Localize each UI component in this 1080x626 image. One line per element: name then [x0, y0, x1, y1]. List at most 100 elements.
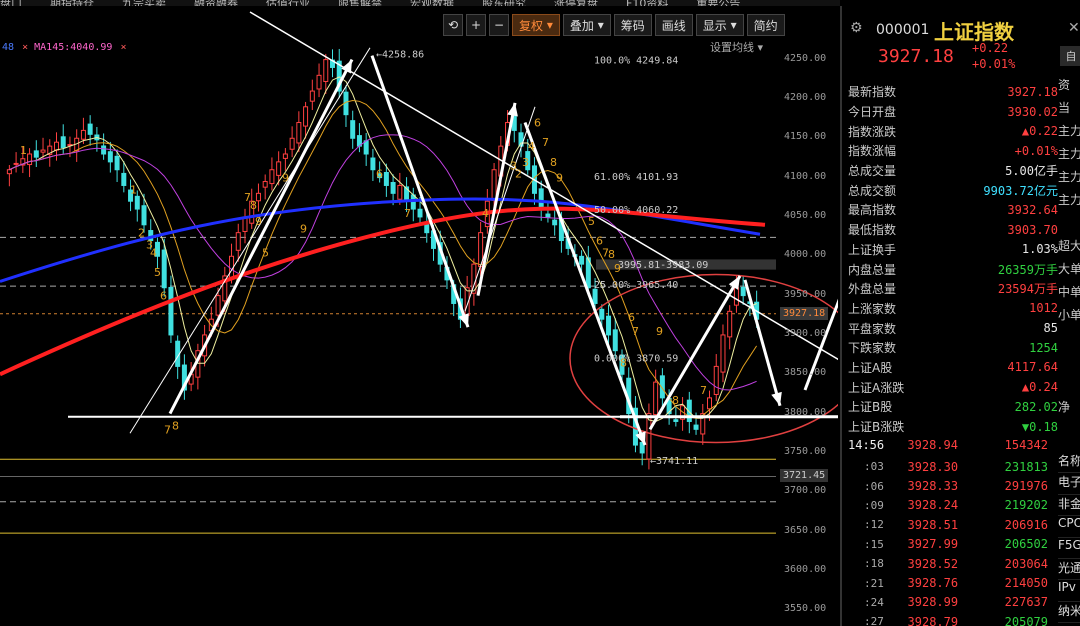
tick-row: :21 3928.76 214050 [848, 573, 1048, 592]
zoom-out-button[interactable]: − [489, 14, 509, 36]
fq-button[interactable]: 复权 ▾ [512, 14, 560, 36]
close-icon[interactable]: × [120, 42, 126, 53]
tick-price: 3928.99 [907, 595, 959, 610]
tick-price: 3928.51 [907, 517, 959, 532]
stat-value: 4117.64 [1007, 360, 1058, 374]
tick-price: 3928.76 [907, 576, 959, 591]
fq-label: 复权 [519, 18, 544, 33]
price-change: +0.22 +0.01% [972, 40, 1015, 72]
display-button[interactable]: 显示 ▾ [695, 14, 744, 36]
thin-trendline [129, 47, 371, 434]
stat-row: 指数涨跌 ▲0.22 [848, 121, 1058, 141]
fund-flow-label: 中单 [1058, 285, 1080, 299]
tick-price: 3928.52 [907, 556, 959, 571]
stat-number: 4117.64 [1007, 360, 1058, 375]
sector-list-item[interactable]: 非金 [1058, 495, 1080, 517]
stat-number: +0.01% [1014, 143, 1058, 158]
candle [309, 90, 315, 102]
tick-time: :09 [864, 498, 884, 512]
candle [168, 286, 174, 336]
sector-list-item[interactable]: 电子 [1058, 473, 1080, 495]
tick-price: 3928.30 [907, 459, 959, 474]
sector-list-item[interactable]: IPv [1058, 580, 1080, 602]
side-tab-button[interactable]: 自 [1060, 46, 1080, 66]
candle [370, 157, 376, 171]
low-price-tag: 3721.45 [780, 468, 829, 482]
candle [141, 205, 147, 226]
td-count-label: 6 [628, 311, 635, 324]
candle [6, 169, 12, 175]
candle [316, 74, 322, 90]
chips-button[interactable]: 筹码 [613, 14, 652, 36]
sector-list-item[interactable]: F5G [1058, 538, 1080, 559]
candle [269, 169, 275, 185]
y-tick-label: 4150.00 [784, 131, 827, 143]
candle [262, 181, 268, 188]
stat-row: 总成交额 9903.72亿元 [848, 180, 1058, 200]
td-count-label: 7 [404, 207, 411, 220]
tick-list[interactable]: :03 3928.30 231813:06 3928.33 291976:09 3928.… [848, 457, 1048, 626]
zoom-in-button[interactable]: + [466, 14, 486, 36]
td-count-label: 3 [522, 156, 529, 169]
wave-arrow [743, 279, 782, 407]
candle [282, 153, 288, 159]
sector-list-item[interactable]: 名称 [1058, 452, 1080, 474]
fib-0-label: 0.000% 3870.59 [594, 354, 678, 365]
stat-label: 总成交额 [848, 183, 897, 198]
y-tick-label: 4050.00 [784, 209, 827, 221]
draw-line-button[interactable]: 画线 [654, 14, 693, 36]
tick-time: :18 [864, 557, 884, 571]
y-tick-label: 4200.00 [784, 91, 827, 103]
sector-list[interactable]: 名称电子非金CPOF5G光通IPv纳米 [1058, 452, 1080, 624]
candle [727, 310, 733, 338]
tick-time: :15 [864, 537, 884, 551]
stat-label: 上证A股 [848, 360, 893, 375]
stat-value: ▼0.18 [1022, 420, 1058, 434]
stat-row: 今日开盘 3930.02 [848, 102, 1058, 122]
fund-flow-column: 资当主力 主力 主力 主力 超大 大单 中单 小单净 [1058, 76, 1080, 421]
tick-time: :12 [864, 518, 884, 532]
stat-label: 上涨家数 [848, 301, 897, 316]
gear-icon[interactable]: ⚙ [850, 20, 863, 36]
td-count-label: 4 [528, 140, 535, 153]
tick-volume: 231813 [1004, 459, 1048, 474]
stat-number: 1254 [1029, 340, 1058, 355]
change-value: +0.22 [972, 41, 1009, 55]
y-tick-label: 3950.00 [784, 288, 827, 300]
overlay-button[interactable]: 叠加 ▾ [562, 14, 611, 36]
ma5-line [9, 76, 757, 423]
candle [552, 219, 558, 226]
stock-code: 000001 [876, 22, 930, 38]
td-count-label: 1 [20, 144, 27, 157]
tick-volume: 205079 [1004, 614, 1048, 626]
close-icon[interactable]: × [22, 42, 28, 53]
kline-chart-area[interactable]: ←4258.86 100.0% 4249.84 61.00% 4101.93 50.0… [0, 6, 838, 626]
candle [491, 169, 497, 201]
sector-list-item[interactable]: 纳米 [1058, 602, 1080, 624]
fib-25-label: 25.00% 3965.40 [594, 280, 678, 291]
sector-list-item[interactable]: CPO [1058, 516, 1080, 538]
tick-volume: 206916 [1004, 517, 1048, 532]
tick-row: :24 3928.99 227637 [848, 593, 1048, 612]
stat-row: 下跌家数 1254 [848, 338, 1058, 358]
close-icon[interactable]: ✕ [1068, 20, 1080, 36]
lock-icon[interactable]: ⟲ [443, 14, 463, 36]
stat-label: 下跌家数 [848, 341, 897, 356]
high-annotation: ←4258.86 [376, 49, 424, 60]
stat-row: 最低指数 3903.70 [848, 220, 1058, 240]
td-count-label: 7 [164, 423, 171, 436]
kline-chart[interactable]: ←4258.86100.0% 4249.8461.00% 4101.9350.0… [0, 6, 838, 626]
stat-row: 最高指数 3932.64 [848, 200, 1058, 220]
stat-row: 外盘总量 23594万手 [848, 279, 1058, 299]
chart-toolbar: ⟲ + − 复权 ▾ 叠加 ▾ 筹码 画线 显示 ▾ 简约 [443, 14, 785, 38]
stat-label: 上证B股 [848, 400, 893, 415]
sector-list-item[interactable]: 光通 [1058, 559, 1080, 581]
stat-value: 3903.70 [1007, 223, 1058, 237]
tick-time: :03 [864, 460, 884, 474]
ma-settings-button[interactable]: 设置均线 ▾ [710, 39, 763, 55]
td-count-label: 8 [672, 394, 679, 407]
stat-label: 平盘家数 [848, 321, 897, 336]
stat-value: 5.00亿手 [1005, 162, 1058, 179]
stat-value: 282.02 [1015, 400, 1058, 414]
wave-arrow [648, 275, 742, 431]
